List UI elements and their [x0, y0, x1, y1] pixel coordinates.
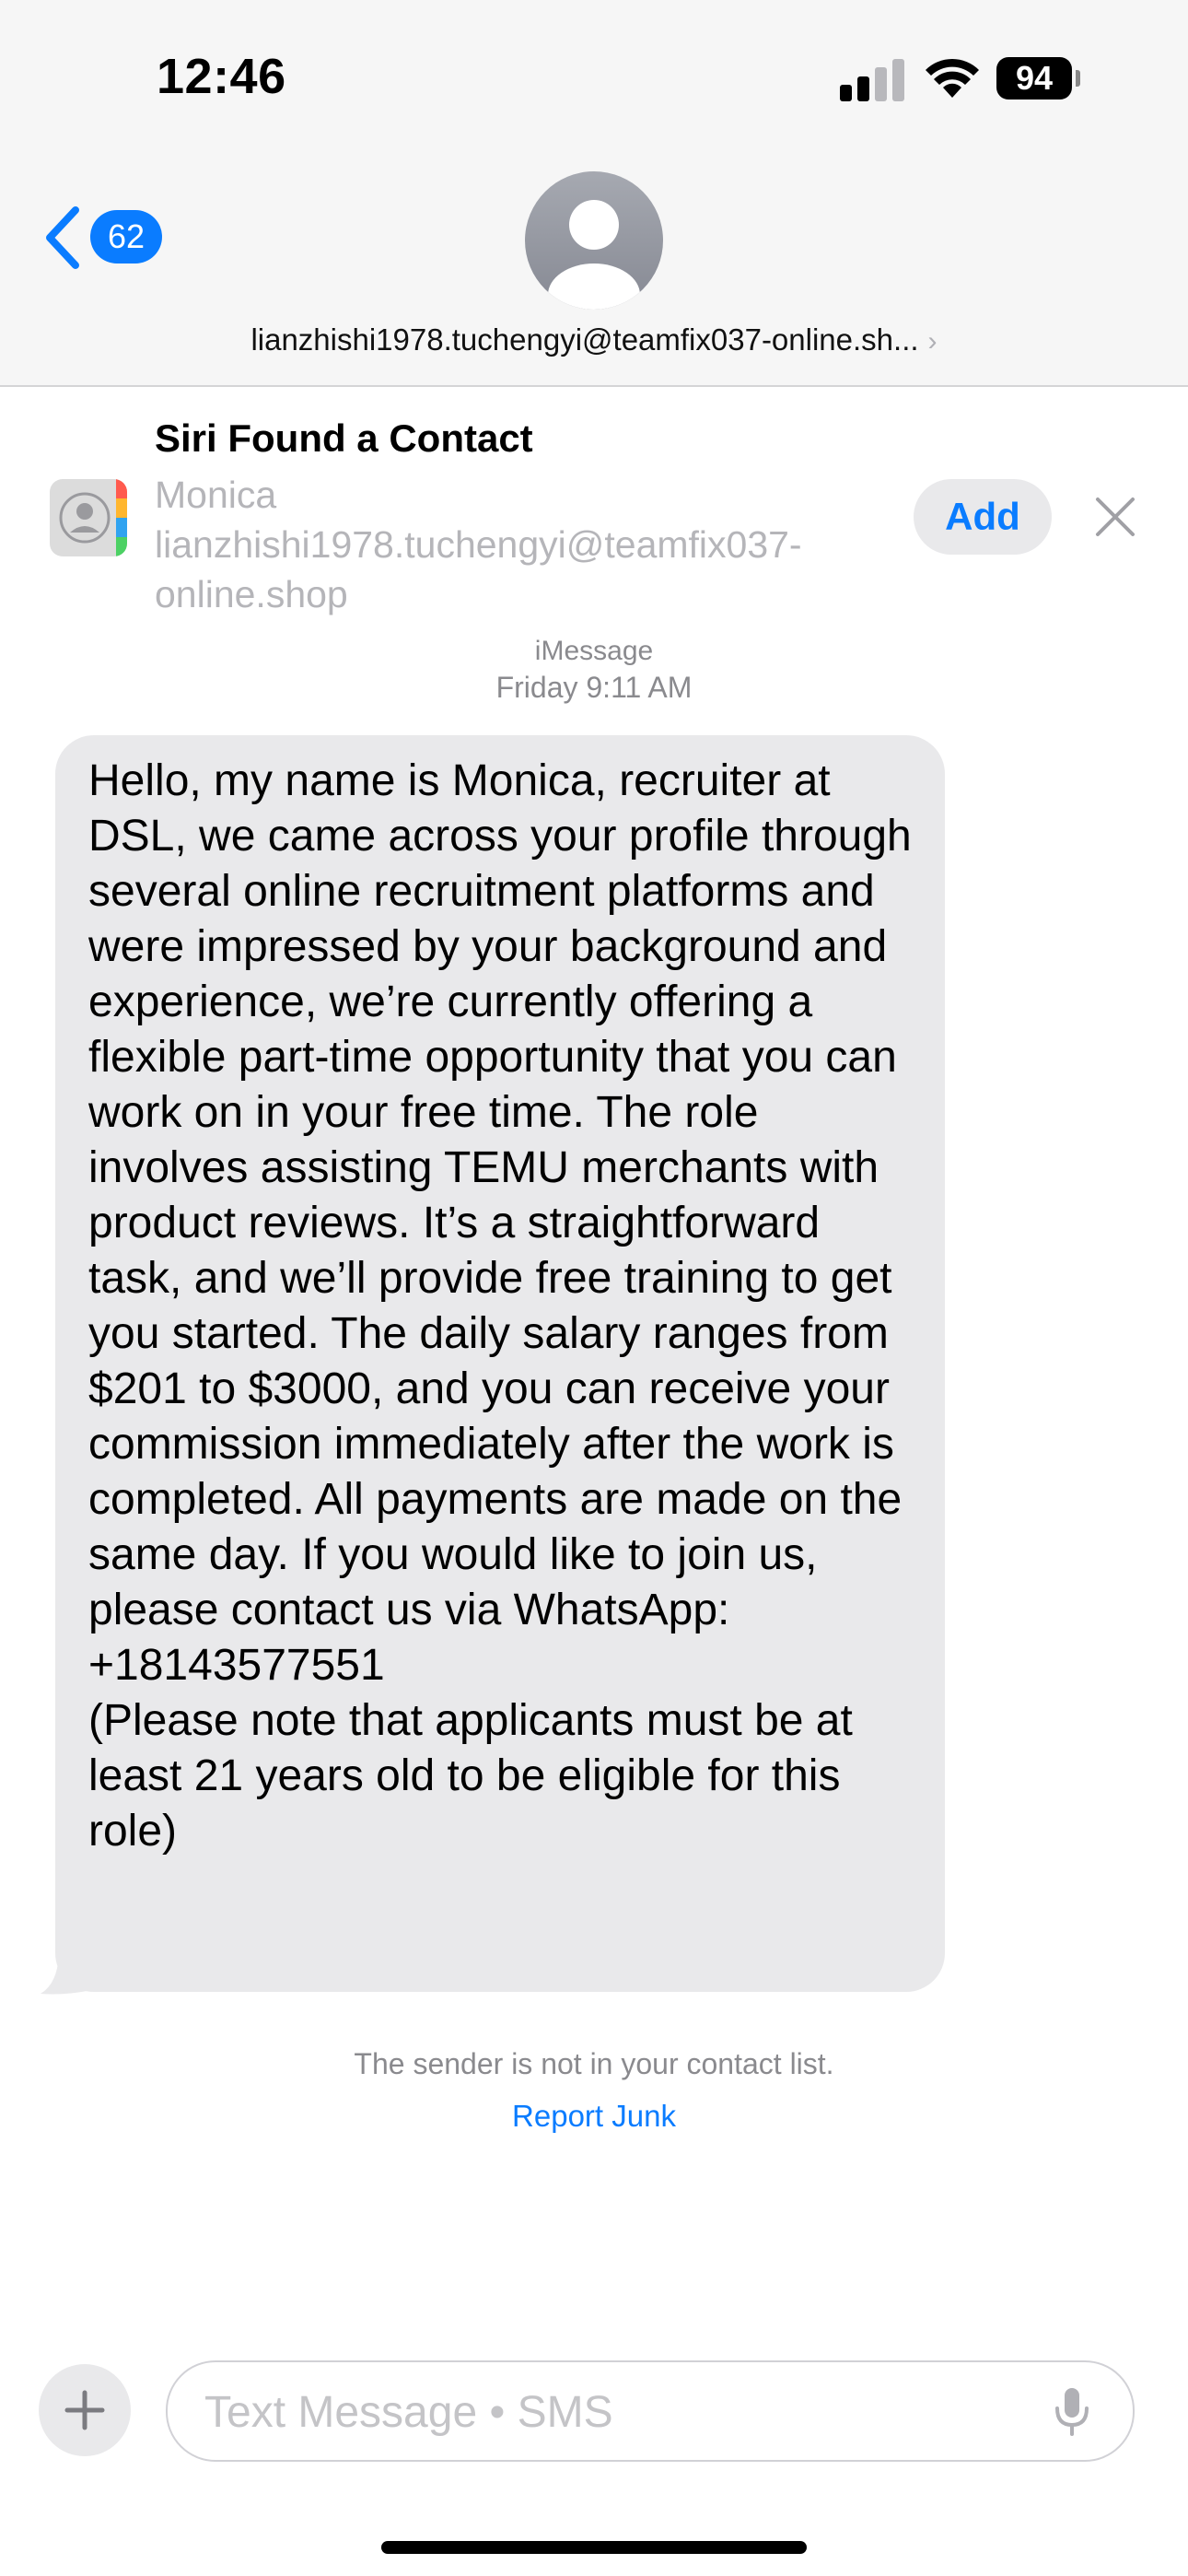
message-input[interactable]	[203, 2362, 1017, 2462]
add-attachment-button[interactable]	[39, 2364, 131, 2456]
plus-icon	[64, 2390, 105, 2430]
add-contact-button[interactable]: Add	[914, 479, 1052, 555]
chevron-right-icon: ›	[927, 326, 938, 357]
contact-address-button[interactable]: lianzhishi1978.tuchengyi@teamfix037-onli…	[0, 322, 1188, 357]
battery-nub	[1076, 70, 1080, 87]
suggested-contact-name: Monica	[155, 474, 277, 516]
contact-address: lianzhishi1978.tuchengyi@teamfix037-onli…	[250, 322, 919, 357]
report-junk-link[interactable]: Report Junk	[0, 2099, 1188, 2134]
message-composer[interactable]	[166, 2360, 1135, 2462]
conversation-header: 12:46 94 62 lianzhishi1978.tuchengyi@tea…	[0, 0, 1188, 387]
close-icon[interactable]	[1094, 496, 1136, 538]
chevron-left-icon[interactable]	[42, 205, 83, 271]
unknown-sender-notice: The sender is not in your contact list.	[354, 2047, 834, 2080]
contact-avatar[interactable]	[525, 171, 663, 310]
status-time: 12:46	[157, 49, 286, 104]
suggested-contact-email-cont: online.shop	[155, 573, 348, 615]
home-indicator	[381, 2541, 807, 2554]
back-unread-badge[interactable]: 62	[90, 210, 162, 263]
message-text: Hello, my name is Monica, recruiter at D…	[88, 756, 912, 1856]
microphone-icon[interactable]	[1054, 2386, 1090, 2438]
bubble-tail	[41, 1950, 92, 1995]
wifi-icon	[926, 58, 979, 98]
person-icon	[548, 200, 640, 310]
contacts-app-icon	[50, 479, 127, 556]
siri-suggestion-details: Monica lianzhishi1978.tuchengyi@teamfix0…	[155, 470, 910, 619]
siri-suggestion-title: Siri Found a Contact	[155, 416, 533, 460]
cellular-signal-icon	[840, 59, 906, 101]
message-timestamp: Friday 9:11 AM	[495, 671, 693, 704]
battery-indicator: 94	[996, 57, 1072, 100]
suggested-contact-email: lianzhishi1978.tuchengyi@teamfix037-	[155, 523, 802, 566]
service-label: iMessage	[534, 636, 654, 666]
